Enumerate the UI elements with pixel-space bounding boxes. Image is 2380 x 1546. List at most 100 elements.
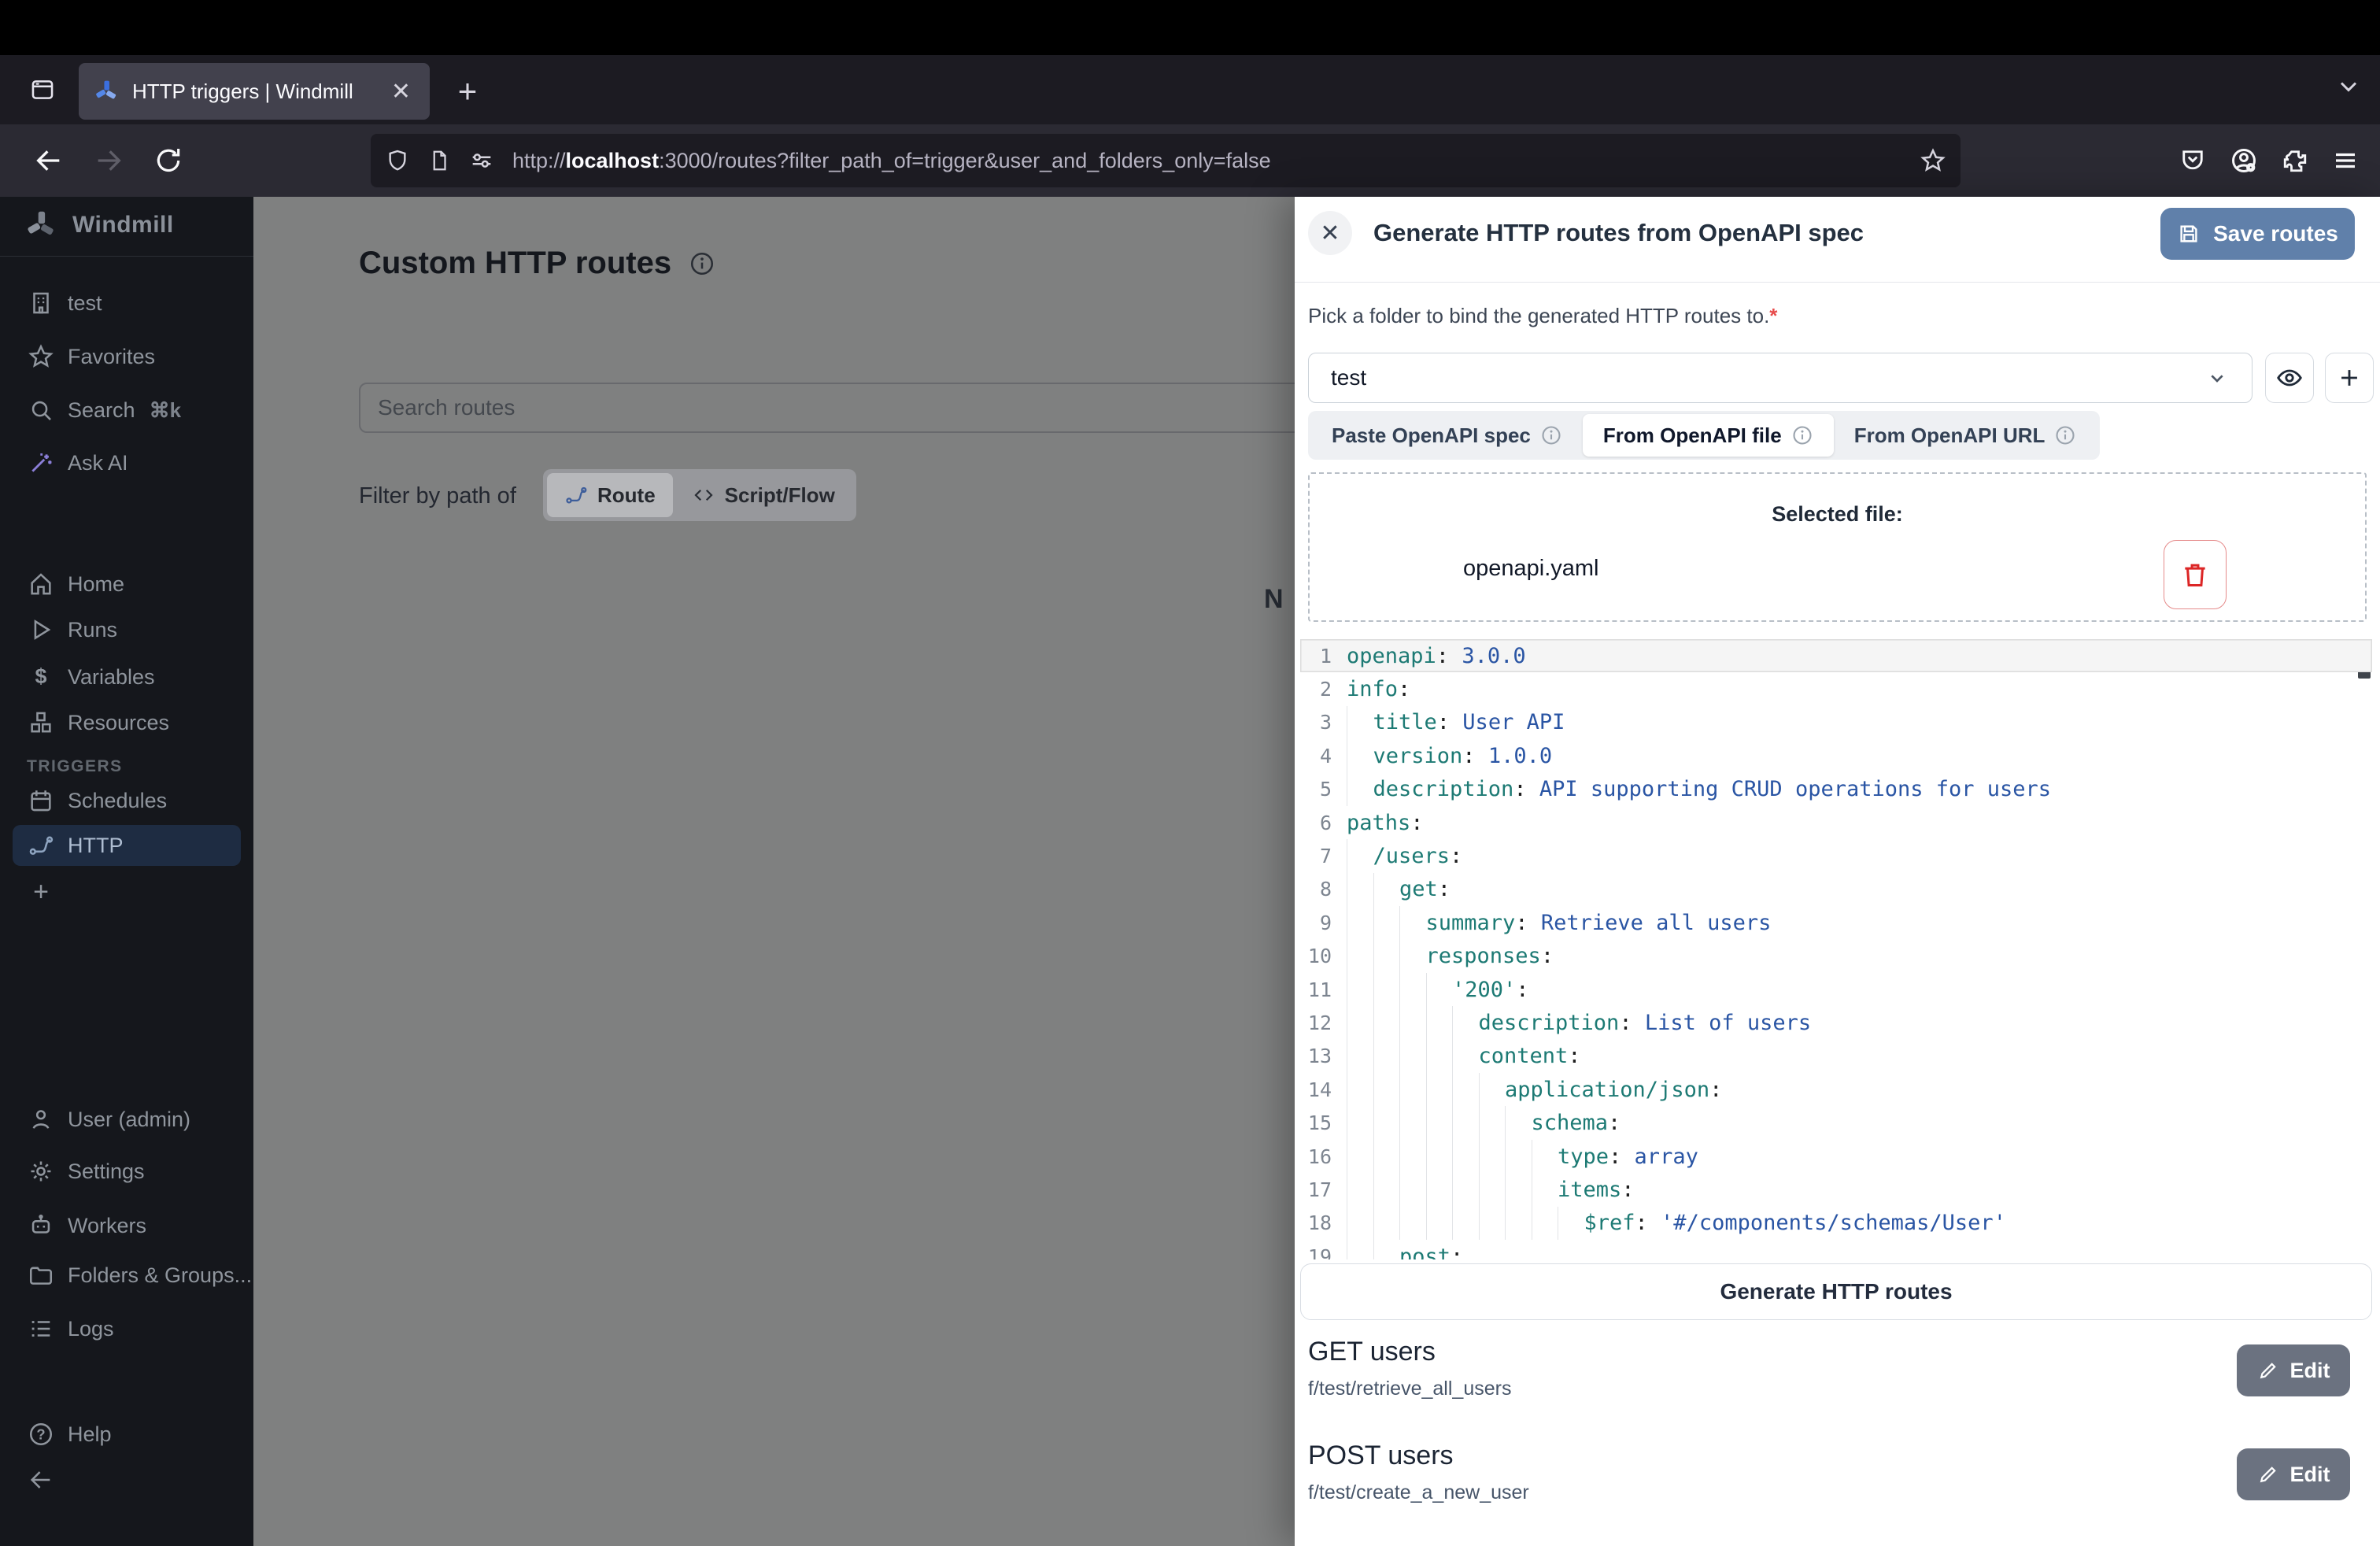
- sidebar-item-label: Help: [68, 1422, 112, 1447]
- code-line-6[interactable]: 6paths:: [1300, 806, 2372, 839]
- sidebar-item-ask-ai[interactable]: Ask AI: [0, 443, 253, 483]
- tab-label: Paste OpenAPI spec: [1332, 423, 1531, 448]
- browser-tabstrip: HTTP triggers | Windmill ✕ +: [0, 55, 2380, 124]
- tab-close-icon[interactable]: ✕: [386, 78, 416, 105]
- sidebar-item-help[interactable]: ?Help: [0, 1415, 253, 1454]
- sidebar-item-resources[interactable]: Resources: [0, 703, 253, 742]
- generate-routes-button[interactable]: Generate HTTP routes: [1300, 1263, 2372, 1320]
- add-folder-button[interactable]: [2325, 353, 2374, 403]
- file-dropzone[interactable]: Selected file: openapi.yaml: [1308, 472, 2367, 622]
- info-icon[interactable]: [689, 250, 715, 277]
- code-line-3[interactable]: 3title: User API: [1300, 706, 2372, 739]
- save-routes-button[interactable]: Save routes: [2160, 208, 2355, 260]
- page-info-icon[interactable]: [427, 149, 451, 172]
- yaml-value: 3.0.0: [1449, 644, 1526, 668]
- code-line-4[interactable]: 4version: 1.0.0: [1300, 739, 2372, 772]
- account-icon[interactable]: [2229, 146, 2259, 176]
- sidebar-item-home[interactable]: Home: [0, 564, 253, 604]
- yaml-value: API supporting CRUD operations for users: [1527, 777, 2051, 801]
- yaml-key: content: [1479, 1044, 1569, 1068]
- tab-from-openapi-file[interactable]: From OpenAPI file: [1583, 414, 1834, 457]
- line-number: 10: [1300, 945, 1332, 967]
- sidebar-item-favorites[interactable]: Favorites: [0, 337, 253, 376]
- code-line-12[interactable]: 12description: List of users: [1300, 1006, 2372, 1039]
- view-folder-button[interactable]: [2265, 353, 2314, 403]
- yaml-colon: :: [1608, 1111, 1621, 1135]
- sidebar-item-folders-groups[interactable]: Folders & Groups...: [0, 1256, 253, 1295]
- code-line-14[interactable]: 14application/json:: [1300, 1073, 2372, 1106]
- permissions-icon[interactable]: [468, 147, 495, 174]
- browser-tab[interactable]: HTTP triggers | Windmill ✕: [79, 63, 430, 120]
- code-line-11[interactable]: 11'200':: [1300, 973, 2372, 1006]
- code-line-10[interactable]: 10responses:: [1300, 940, 2372, 973]
- line-number: 7: [1300, 845, 1332, 867]
- code-line-19[interactable]: 19post:: [1300, 1240, 2372, 1259]
- code-line-15[interactable]: 15schema:: [1300, 1106, 2372, 1139]
- pocket-icon[interactable]: [2179, 146, 2207, 175]
- extensions-puzzle-icon[interactable]: [2281, 146, 2309, 175]
- openapi-code-editor[interactable]: 1openapi: 3.0.02info:3title: User API4ve…: [1300, 639, 2372, 1259]
- code-line-16[interactable]: 16type: array: [1300, 1140, 2372, 1173]
- windmill-logo[interactable]: Windmill: [24, 206, 174, 244]
- shield-icon[interactable]: [385, 148, 410, 173]
- reload-button[interactable]: [146, 139, 190, 183]
- close-icon[interactable]: ✕: [1308, 211, 1352, 255]
- tab-from-openapi-url[interactable]: From OpenAPI URL: [1834, 414, 2097, 457]
- yaml-key: $ref: [1584, 1211, 1635, 1235]
- yaml-key: items: [1558, 1178, 1621, 1202]
- remove-file-button[interactable]: [2164, 540, 2227, 609]
- sidebar-item-label: User (admin): [68, 1108, 190, 1132]
- sidebar-item-search[interactable]: Search⌘k: [0, 390, 253, 430]
- filter-option-route[interactable]: Route: [547, 473, 673, 517]
- sidebar-item-user-admin[interactable]: User (admin): [0, 1100, 253, 1139]
- plus-icon: [2336, 364, 2363, 391]
- edit-route-button[interactable]: Edit: [2237, 1448, 2350, 1500]
- forward-button[interactable]: [87, 139, 131, 183]
- code-line-2[interactable]: 2info:: [1300, 672, 2372, 705]
- url-bar[interactable]: http://localhost:3000/routes?filter_path…: [371, 134, 1961, 187]
- line-number: 1: [1300, 645, 1332, 668]
- filter-option-script-flow[interactable]: Script/Flow: [674, 473, 852, 517]
- edit-route-button[interactable]: Edit: [2237, 1344, 2350, 1396]
- sidebar-add-button[interactable]: +: [0, 872, 253, 912]
- yaml-key: get: [1399, 877, 1438, 901]
- code-line-5[interactable]: 5description: API supporting CRUD operat…: [1300, 773, 2372, 806]
- sidebar-item-label: Logs: [68, 1317, 114, 1341]
- new-tab-button[interactable]: +: [445, 69, 490, 113]
- bookmark-star-icon[interactable]: [1920, 147, 1946, 174]
- code-line-7[interactable]: 7/users:: [1300, 839, 2372, 872]
- yaml-colon: :: [1437, 710, 1450, 734]
- pencil-icon: [2257, 1359, 2279, 1381]
- code-line-1[interactable]: 1openapi: 3.0.0: [1300, 639, 2372, 672]
- sidebar-item-logs[interactable]: Logs: [0, 1309, 253, 1348]
- browser-sidebar-toggle-icon[interactable]: [20, 68, 65, 112]
- list-all-tabs-icon[interactable]: [2334, 72, 2363, 101]
- route-path: f/test/retrieve_all_users: [1308, 1378, 1511, 1400]
- search-input[interactable]: Search routes: [359, 383, 1358, 433]
- sidebar-item-runs[interactable]: Runs: [0, 610, 253, 649]
- sidebar-item-http[interactable]: HTTP: [13, 825, 241, 866]
- sidebar-item-test[interactable]: test: [0, 283, 253, 323]
- menu-hamburger-icon[interactable]: [2331, 146, 2360, 175]
- url-text[interactable]: http://localhost:3000/routes?filter_path…: [512, 149, 1905, 173]
- line-number: 13: [1300, 1045, 1332, 1067]
- plus-icon: +: [27, 878, 55, 906]
- calendar-icon: [27, 786, 55, 815]
- pencil-icon: [2257, 1463, 2279, 1485]
- code-line-18[interactable]: 18$ref: '#/components/schemas/User': [1300, 1207, 2372, 1240]
- yaml-key: post: [1399, 1245, 1451, 1259]
- sidebar-item-schedules[interactable]: Schedules: [0, 781, 253, 820]
- code-line-9[interactable]: 9summary: Retrieve all users: [1300, 906, 2372, 939]
- sidebar-collapse-button[interactable]: [0, 1460, 253, 1500]
- code-line-13[interactable]: 13content:: [1300, 1040, 2372, 1073]
- clipped-empty-state-text: N: [1264, 584, 1297, 619]
- sidebar-item-settings[interactable]: Settings: [0, 1152, 253, 1191]
- sidebar-item-variables[interactable]: $Variables: [0, 657, 253, 697]
- sidebar-item-workers[interactable]: Workers: [0, 1206, 253, 1245]
- code-line-17[interactable]: 17items:: [1300, 1173, 2372, 1206]
- code-line-8[interactable]: 8get:: [1300, 873, 2372, 906]
- back-button[interactable]: [27, 139, 71, 183]
- folder-select[interactable]: test: [1308, 353, 2252, 403]
- tab-paste-openapi-spec[interactable]: Paste OpenAPI spec: [1311, 414, 1583, 457]
- sidebar-item-label: Folders & Groups...: [68, 1263, 252, 1288]
